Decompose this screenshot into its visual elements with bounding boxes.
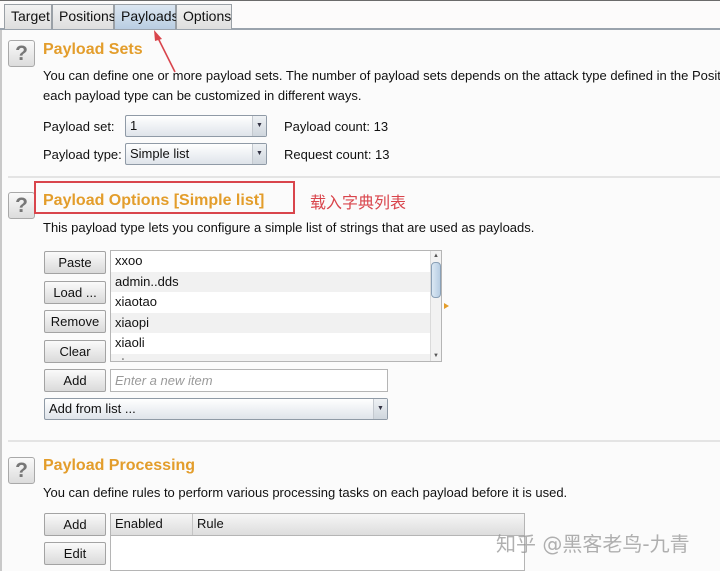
table-header: Enabled Rule: [111, 514, 524, 536]
remove-button[interactable]: Remove: [44, 310, 106, 333]
payload-type-label: Payload type:: [43, 147, 122, 162]
scroll-up-icon[interactable]: ▲: [431, 251, 441, 261]
load-button[interactable]: Load ...: [44, 281, 106, 304]
chevron-down-icon: ▼: [373, 399, 387, 419]
payload-set-label: Payload set:: [43, 119, 115, 134]
processing-rules-table[interactable]: Enabled Rule: [110, 513, 525, 571]
payload-options-description: This payload type lets you configure a s…: [43, 220, 535, 235]
scrollbar-thumb[interactable]: [431, 262, 441, 298]
list-item[interactable]: xiaotao: [111, 292, 431, 313]
paste-button[interactable]: Paste: [44, 251, 106, 274]
payload-count: Payload count: 13: [284, 119, 389, 134]
annotation-text: 载入字典列表: [310, 193, 407, 212]
tab-options[interactable]: Options: [176, 4, 232, 29]
add-item-button[interactable]: Add: [44, 369, 106, 392]
chevron-down-icon: ▼: [252, 144, 266, 164]
payload-set-value: 1: [130, 118, 138, 133]
chevron-down-icon: ▼: [252, 116, 266, 136]
section-divider: [8, 176, 720, 178]
help-icon-payload-sets[interactable]: ?: [8, 40, 35, 67]
help-icon-payload-options[interactable]: ?: [8, 192, 35, 219]
column-header-enabled[interactable]: Enabled: [111, 514, 193, 535]
tab-positions[interactable]: Positions: [52, 4, 116, 29]
payload-processing-title: Payload Processing: [43, 457, 196, 474]
payload-sets-description-1: You can define one or more payload sets.…: [43, 68, 720, 83]
watermark: 知乎 @黑客老鸟-九青: [496, 532, 690, 556]
left-border: [0, 30, 2, 571]
list-item[interactable]: xiaopi: [111, 312, 431, 333]
edit-rule-button[interactable]: Edit: [44, 542, 106, 565]
list-item[interactable]: xiaoli: [111, 333, 431, 354]
list-item[interactable]: xxoo: [111, 251, 431, 272]
new-item-input[interactable]: [110, 369, 388, 392]
add-from-list-select[interactable]: Add from list ... ▼: [44, 398, 388, 420]
payload-type-value: Simple list: [130, 146, 190, 161]
list-scrollbar[interactable]: ▲ ▼: [430, 251, 441, 361]
tab-target[interactable]: Target: [4, 4, 52, 29]
tab-payloads[interactable]: Payloads: [114, 4, 179, 29]
resize-marker-icon: [444, 303, 449, 309]
list-item[interactable]: admin..dds: [111, 271, 431, 292]
payload-sets-description-2: each payload type can be customized in d…: [43, 88, 362, 103]
scroll-down-icon[interactable]: ▼: [431, 351, 441, 361]
payload-set-select[interactable]: 1 ▼: [125, 115, 267, 137]
add-from-list-value: Add from list ...: [49, 401, 136, 416]
add-rule-button[interactable]: Add: [44, 513, 106, 536]
payload-options-title: Payload Options [Simple list]: [43, 192, 265, 209]
tab-bar: Target Positions Payloads Options: [0, 0, 720, 30]
column-header-rule[interactable]: Rule: [193, 514, 524, 535]
help-icon-payload-processing[interactable]: ?: [8, 457, 35, 484]
clear-button[interactable]: Clear: [44, 340, 106, 363]
payload-processing-description: You can define rules to perform various …: [43, 485, 568, 500]
request-count: Request count: 13: [284, 147, 390, 162]
section-divider: [8, 440, 720, 442]
payload-sets-title: Payload Sets: [43, 41, 143, 58]
payload-type-select[interactable]: Simple list ▼: [125, 143, 267, 165]
list-item[interactable]: xiaoguang: [111, 353, 431, 361]
payload-list[interactable]: xxoo admin..dds xiaotao xiaopi xiaoli xi…: [110, 250, 442, 362]
